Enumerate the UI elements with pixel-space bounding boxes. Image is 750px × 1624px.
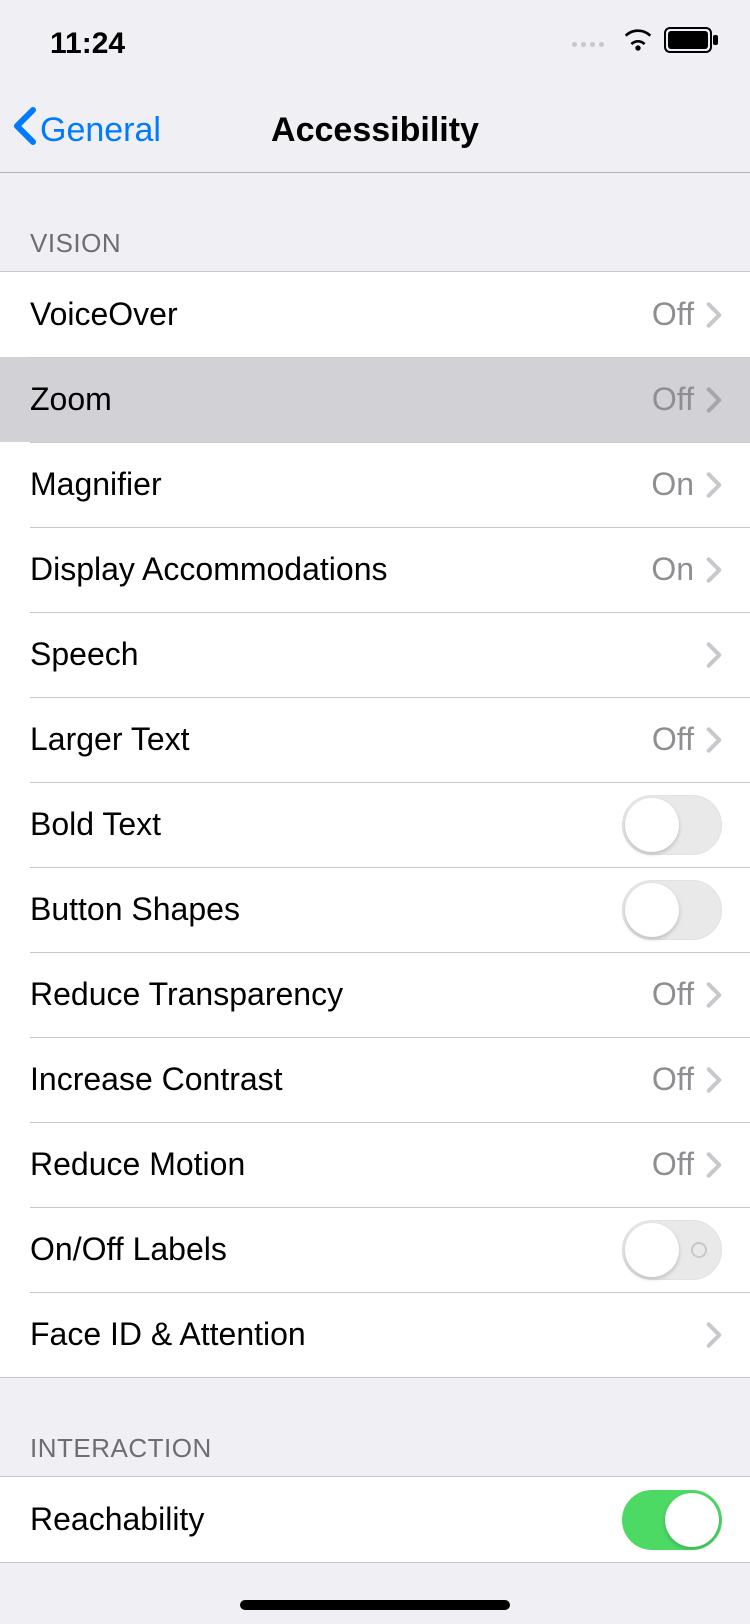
row-reduce-motion[interactable]: Reduce Motion Off (0, 1122, 750, 1207)
row-bold-text[interactable]: Bold Text (0, 782, 750, 867)
row-face-id-attention[interactable]: Face ID & Attention (0, 1292, 750, 1377)
back-label: General (40, 111, 161, 150)
row-value: Off (652, 296, 694, 333)
row-label: Display Accommodations (30, 551, 651, 588)
chevron-right-icon (706, 726, 722, 754)
navigation-bar: General Accessibility (0, 88, 750, 173)
row-label: Increase Contrast (30, 1061, 652, 1098)
row-value: Off (652, 1061, 694, 1098)
row-label: Reachability (30, 1501, 622, 1538)
chevron-right-icon (706, 981, 722, 1009)
row-button-shapes[interactable]: Button Shapes (0, 867, 750, 952)
row-label: Zoom (30, 381, 652, 418)
chevron-right-icon (706, 556, 722, 584)
row-label: Magnifier (30, 466, 651, 503)
home-indicator[interactable] (240, 1600, 510, 1610)
list-vision: VoiceOver Off Zoom Off Magnifier On Disp… (0, 271, 750, 1378)
section-interaction: INTERACTION Reachability (0, 1378, 750, 1563)
row-voiceover[interactable]: VoiceOver Off (0, 272, 750, 357)
page-title: Accessibility (271, 111, 479, 150)
list-interaction: Reachability (0, 1476, 750, 1563)
row-reduce-transparency[interactable]: Reduce Transparency Off (0, 952, 750, 1037)
chevron-right-icon (706, 1066, 722, 1094)
row-label: Speech (30, 636, 706, 673)
row-speech[interactable]: Speech (0, 612, 750, 697)
chevron-right-icon (706, 301, 722, 329)
row-value: Off (652, 976, 694, 1013)
row-value: Off (652, 1146, 694, 1183)
row-larger-text[interactable]: Larger Text Off (0, 697, 750, 782)
row-label: VoiceOver (30, 296, 652, 333)
row-label: Bold Text (30, 806, 622, 843)
row-value: On (651, 551, 694, 588)
row-value: On (651, 466, 694, 503)
toggle-button-shapes[interactable] (622, 880, 722, 940)
row-increase-contrast[interactable]: Increase Contrast Off (0, 1037, 750, 1122)
battery-icon (664, 27, 720, 61)
row-magnifier[interactable]: Magnifier On (0, 442, 750, 527)
back-button[interactable]: General (10, 106, 161, 155)
chevron-right-icon (706, 471, 722, 499)
row-label: Reduce Transparency (30, 976, 652, 1013)
row-value: Off (652, 721, 694, 758)
chevron-right-icon (706, 1151, 722, 1179)
row-zoom[interactable]: Zoom Off (0, 357, 750, 442)
row-label: Reduce Motion (30, 1146, 652, 1183)
chevron-right-icon (706, 641, 722, 669)
row-display-accommodations[interactable]: Display Accommodations On (0, 527, 750, 612)
wifi-icon (622, 24, 654, 64)
row-value: Off (652, 381, 694, 418)
toggle-bold-text[interactable] (622, 795, 722, 855)
toggle-on-off-labels[interactable] (622, 1220, 722, 1280)
row-on-off-labels[interactable]: On/Off Labels (0, 1207, 750, 1292)
chevron-right-icon (706, 386, 722, 414)
status-bar: 11:24 (0, 0, 750, 88)
cellular-dots-icon (572, 42, 604, 47)
toggle-reachability[interactable] (622, 1490, 722, 1550)
chevron-right-icon (706, 1321, 722, 1349)
row-reachability[interactable]: Reachability (0, 1477, 750, 1562)
section-header-interaction: INTERACTION (0, 1378, 750, 1476)
row-label: Button Shapes (30, 891, 622, 928)
status-time: 11:24 (50, 27, 125, 61)
row-label: Face ID & Attention (30, 1316, 706, 1353)
status-icons (572, 24, 720, 64)
row-label: Larger Text (30, 721, 652, 758)
row-label: On/Off Labels (30, 1231, 622, 1268)
section-header-vision: VISION (0, 173, 750, 271)
section-vision: VISION VoiceOver Off Zoom Off Magnifier … (0, 173, 750, 1378)
chevron-left-icon (12, 106, 38, 155)
